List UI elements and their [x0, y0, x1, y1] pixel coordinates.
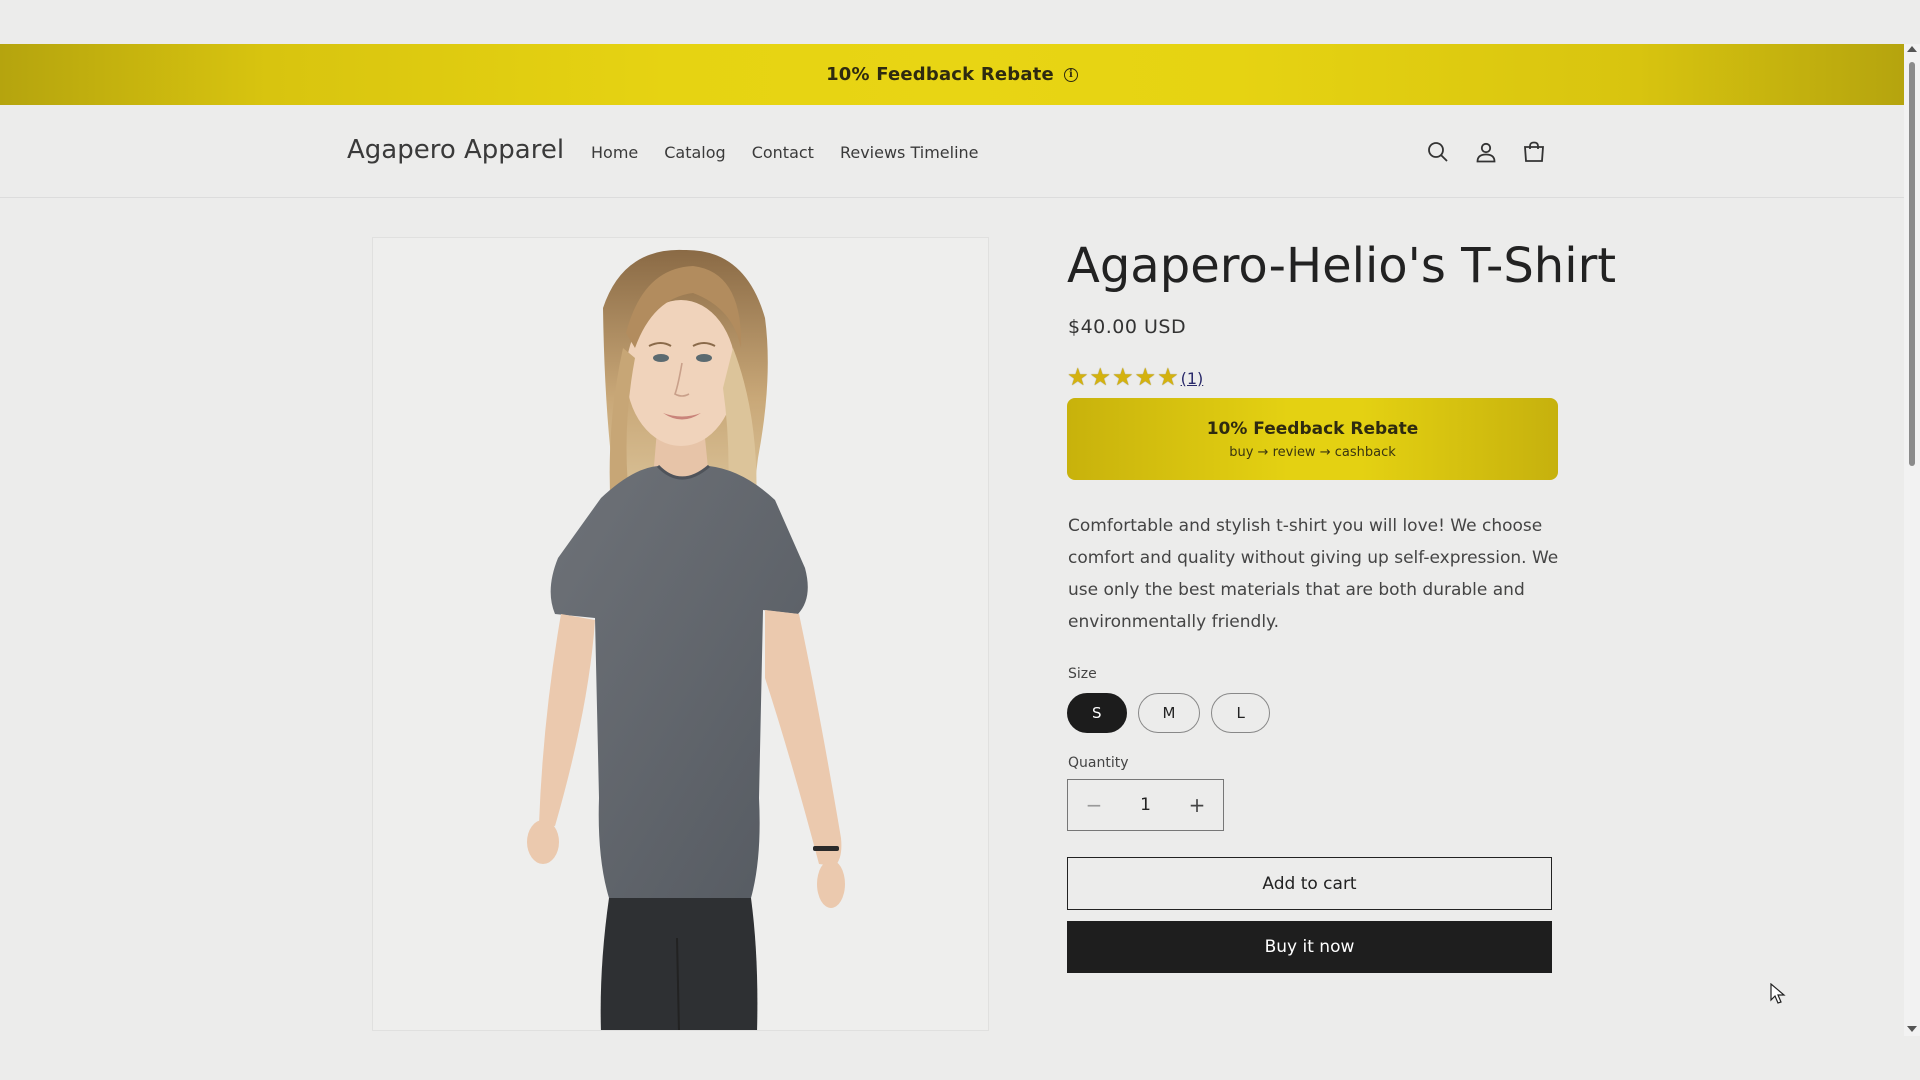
announcement-bar[interactable]: 10% Feedback Rebate i	[0, 44, 1904, 105]
page-scrollbar[interactable]	[1904, 44, 1920, 1036]
star-icon: ★	[1089, 364, 1112, 391]
quantity-stepper: − 1 +	[1067, 779, 1224, 831]
browser-bottom-strip	[0, 1036, 1920, 1080]
review-count-link[interactable]: (1)	[1181, 369, 1204, 388]
announcement-text: 10% Feedback Rebate	[826, 64, 1054, 85]
nav-item-contact[interactable]: Contact	[752, 143, 814, 162]
star-icon: ★	[1157, 364, 1179, 391]
search-icon[interactable]	[1425, 139, 1451, 165]
scroll-up-arrow-icon[interactable]	[1907, 46, 1917, 52]
quantity-label: Quantity	[1068, 755, 1129, 771]
quantity-decrease-button[interactable]: −	[1068, 780, 1120, 830]
product-title: Agapero-Helio's T-Shirt	[1067, 238, 1617, 294]
header-icons	[1425, 139, 1547, 165]
star-icon: ★	[1112, 364, 1134, 391]
product-rating[interactable]: ★ ★ ★ ★ ★ (1)	[1067, 366, 1203, 390]
mouse-cursor-icon	[1770, 982, 1786, 1010]
nav-item-reviews-timeline[interactable]: Reviews Timeline	[840, 143, 979, 162]
nav-item-catalog[interactable]: Catalog	[664, 143, 725, 162]
quantity-increase-button[interactable]: +	[1171, 780, 1223, 830]
nav-item-home[interactable]: Home	[591, 143, 638, 162]
size-option-s[interactable]: S	[1067, 693, 1127, 733]
size-selector: S M L	[1067, 693, 1270, 733]
rebate-banner[interactable]: 10% Feedback Rebate buy → review → cashb…	[1067, 398, 1558, 480]
rebate-subtitle: buy → review → cashback	[1229, 444, 1396, 460]
site-logo[interactable]: Agapero Apparel	[347, 135, 564, 165]
quantity-input[interactable]: 1	[1120, 795, 1171, 815]
site-header: Agapero Apparel Home Catalog Contact Rev…	[0, 105, 1904, 198]
main-nav: Home Catalog Contact Reviews Timeline	[591, 143, 979, 162]
product-description: Comfortable and stylish t-shirt you will…	[1068, 516, 1559, 632]
browser-top-strip	[0, 0, 1904, 44]
star-icon: ★	[1067, 364, 1089, 391]
rating-stars: ★ ★ ★ ★ ★	[1067, 366, 1179, 390]
star-icon: ★	[1134, 364, 1157, 391]
product-image[interactable]	[372, 237, 989, 1031]
info-icon[interactable]: i	[1063, 67, 1078, 82]
size-option-m[interactable]: M	[1137, 693, 1201, 733]
product-price: $40.00 USD	[1068, 316, 1187, 338]
account-icon[interactable]	[1473, 139, 1499, 165]
rebate-title: 10% Feedback Rebate	[1206, 418, 1419, 439]
scroll-thumb[interactable]	[1909, 62, 1915, 466]
cart-icon[interactable]	[1521, 139, 1547, 165]
scroll-down-arrow-icon[interactable]	[1907, 1026, 1917, 1032]
product-photo	[373, 238, 988, 1030]
add-to-cart-button[interactable]: Add to cart	[1067, 857, 1552, 910]
size-label: Size	[1068, 666, 1097, 682]
size-option-l[interactable]: L	[1211, 693, 1270, 733]
buy-now-button[interactable]: Buy it now	[1067, 921, 1552, 973]
